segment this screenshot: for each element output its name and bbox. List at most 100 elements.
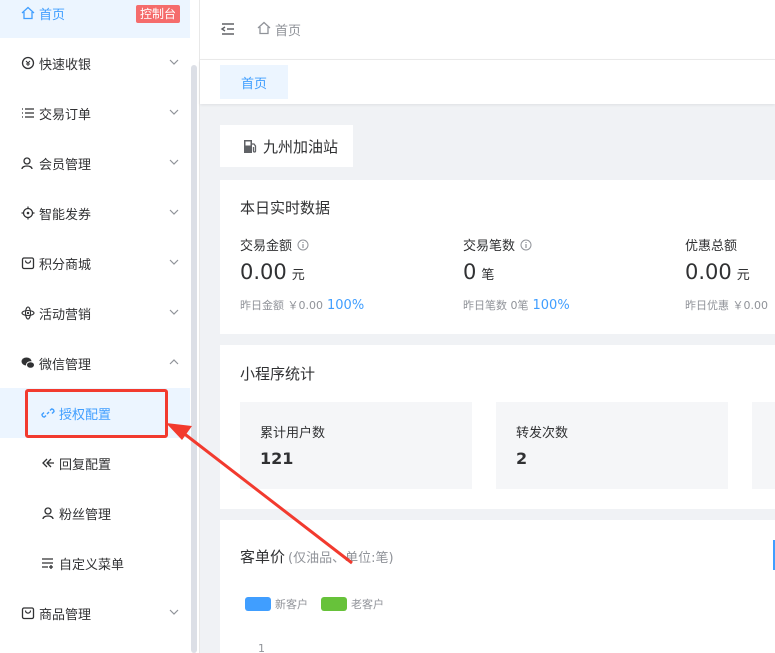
home-icon: [257, 21, 271, 35]
sidebar-item-wechat[interactable]: 微信管理: [0, 338, 190, 388]
sidebar-item-coupons[interactable]: 智能发券: [0, 188, 190, 238]
station-card: 九州加油站: [220, 125, 353, 167]
sidebar-subitem-label: 授权配置: [59, 407, 112, 423]
stat-percent: 100%: [327, 298, 365, 313]
gift-icon: [21, 256, 35, 270]
link-icon: [41, 406, 55, 420]
stat-label: 交易笔数: [463, 235, 532, 254]
stat-unit: 元: [291, 268, 305, 283]
sidebar-subitem-reply-config[interactable]: 回复配置: [0, 438, 190, 488]
stat-compare: 昨日金额 ￥0.00 100%: [240, 297, 364, 313]
sidebar-item-orders[interactable]: 交易订单: [0, 88, 190, 138]
sidebar-subitem-label: 粉丝管理: [59, 507, 112, 523]
user-icon: [21, 156, 35, 170]
target-icon: [21, 206, 35, 220]
stat-value: 0.00 元: [685, 260, 750, 284]
card-title: 小程序统计: [240, 365, 316, 383]
stat-compare-text: 昨日笔数 0笔: [463, 299, 529, 312]
stat-label-text: 交易金额: [240, 239, 293, 254]
chevron-down-icon: [169, 309, 179, 315]
sidebar-item-members[interactable]: 会员管理: [0, 138, 190, 188]
stat-box-partial: [752, 402, 775, 489]
sidebar-item-label: 会员管理: [39, 157, 92, 173]
legend-label: 新客户: [275, 598, 308, 611]
stat-box-label: 转发次数: [516, 426, 569, 441]
price-per-customer-card: 客单价 (仅油品、单位:笔) 新客户 老客户 1: [220, 520, 775, 653]
stat-value: 0.00 元: [240, 260, 305, 284]
stat-number: 0: [463, 260, 477, 284]
sidebar-item-label: 智能发券: [39, 207, 92, 223]
tag-home[interactable]: 首页: [220, 65, 288, 99]
sidebar-scrollbar[interactable]: [191, 65, 197, 653]
sidebar-item-marketing[interactable]: 活动营销: [0, 288, 190, 338]
stat-label-text: 交易笔数: [463, 239, 516, 254]
sidebar-subitem-label: 回复配置: [59, 457, 112, 473]
coin-icon: [21, 56, 35, 70]
sidebar-item-points-mall[interactable]: 积分商城: [0, 238, 190, 288]
mini-program-card: 小程序统计 累计用户数 121 转发次数 2: [220, 345, 775, 509]
sidebar-item-label: 活动营销: [39, 307, 92, 323]
console-badge[interactable]: 控制台: [136, 5, 181, 23]
sidebar-subitem-fans[interactable]: 粉丝管理: [0, 488, 190, 538]
menu-add-icon: [41, 556, 55, 570]
chevron-down-icon: [169, 609, 179, 615]
list-icon: [21, 106, 35, 120]
chevron-down-icon: [169, 259, 179, 265]
home-icon: [21, 6, 35, 20]
stat-percent: 100%: [532, 298, 570, 313]
info-icon[interactable]: [297, 239, 309, 251]
info-icon[interactable]: [520, 239, 532, 251]
user-icon: [41, 506, 55, 520]
legend-item[interactable]: 新客户: [245, 596, 308, 612]
sidebar-item-home[interactable]: 首页 控制台: [0, 0, 190, 38]
legend-swatch: [321, 597, 347, 611]
stat-compare: 昨日优惠 ￥0.00: [685, 297, 768, 313]
card-title: 客单价 (仅油品、单位:笔): [240, 546, 394, 567]
chevron-down-icon: [169, 209, 179, 215]
collapse-menu-icon[interactable]: [220, 21, 236, 37]
y-axis-tick: 1: [258, 642, 265, 653]
chevron-down-icon: [169, 159, 179, 165]
gas-station-icon: [244, 140, 257, 153]
stat-compare: 昨日笔数 0笔 100%: [463, 297, 570, 313]
card-title-note: (仅油品、单位:笔): [288, 551, 394, 566]
stat-box-value: 121: [260, 449, 294, 468]
card-title-text: 客单价: [240, 548, 286, 566]
sidebar-item-label: 首页: [39, 7, 66, 23]
sidebar-subitem-label: 自定义菜单: [59, 557, 125, 573]
sidebar-item-label: 交易订单: [39, 107, 92, 123]
stat-label: 优惠总额: [685, 235, 737, 254]
top-header: 首页: [200, 0, 775, 60]
stat-box: 转发次数 2: [496, 402, 728, 489]
sidebar-item-quick-cashier[interactable]: 快速收银: [0, 38, 190, 88]
sidebar-subitem-auth-config[interactable]: 授权配置: [0, 388, 190, 438]
stat-unit: 笔: [481, 268, 495, 283]
sidebar-item-label: 积分商城: [39, 257, 92, 273]
sidebar-item-label: 微信管理: [39, 357, 92, 373]
stat-label-text: 优惠总额: [685, 239, 738, 254]
stat-compare-text: 昨日优惠 ￥0.00: [685, 299, 768, 312]
stat-unit: 元: [736, 268, 750, 283]
gift-icon: [21, 606, 35, 620]
stat-box-value: 2: [516, 449, 528, 468]
sidebar-subitem-custom-menu[interactable]: 自定义菜单: [0, 538, 190, 588]
sidebar-item-goods[interactable]: 商品管理: [0, 588, 190, 638]
chevron-up-icon: [169, 359, 179, 365]
legend-label: 老客户: [351, 598, 384, 611]
wechat-icon: [21, 356, 35, 370]
legend-item[interactable]: 老客户: [321, 596, 384, 612]
chevron-down-icon: [169, 59, 179, 65]
stat-label: 交易金额: [240, 235, 309, 254]
stat-box-label: 累计用户数: [260, 426, 326, 441]
sidebar-item-label: 快速收银: [39, 57, 92, 73]
atom-icon: [21, 306, 35, 320]
reply-icon: [41, 456, 55, 470]
sidebar-item-label: 商品管理: [39, 607, 92, 623]
station-name: 九州加油站: [263, 137, 339, 156]
stat-number: 0.00: [240, 260, 287, 284]
card-title: 本日实时数据: [240, 199, 331, 217]
stat-value: 0笔: [463, 260, 494, 284]
breadcrumb[interactable]: 首页: [275, 20, 301, 39]
stat-box: 累计用户数 121: [240, 402, 472, 489]
chevron-down-icon: [169, 109, 179, 115]
